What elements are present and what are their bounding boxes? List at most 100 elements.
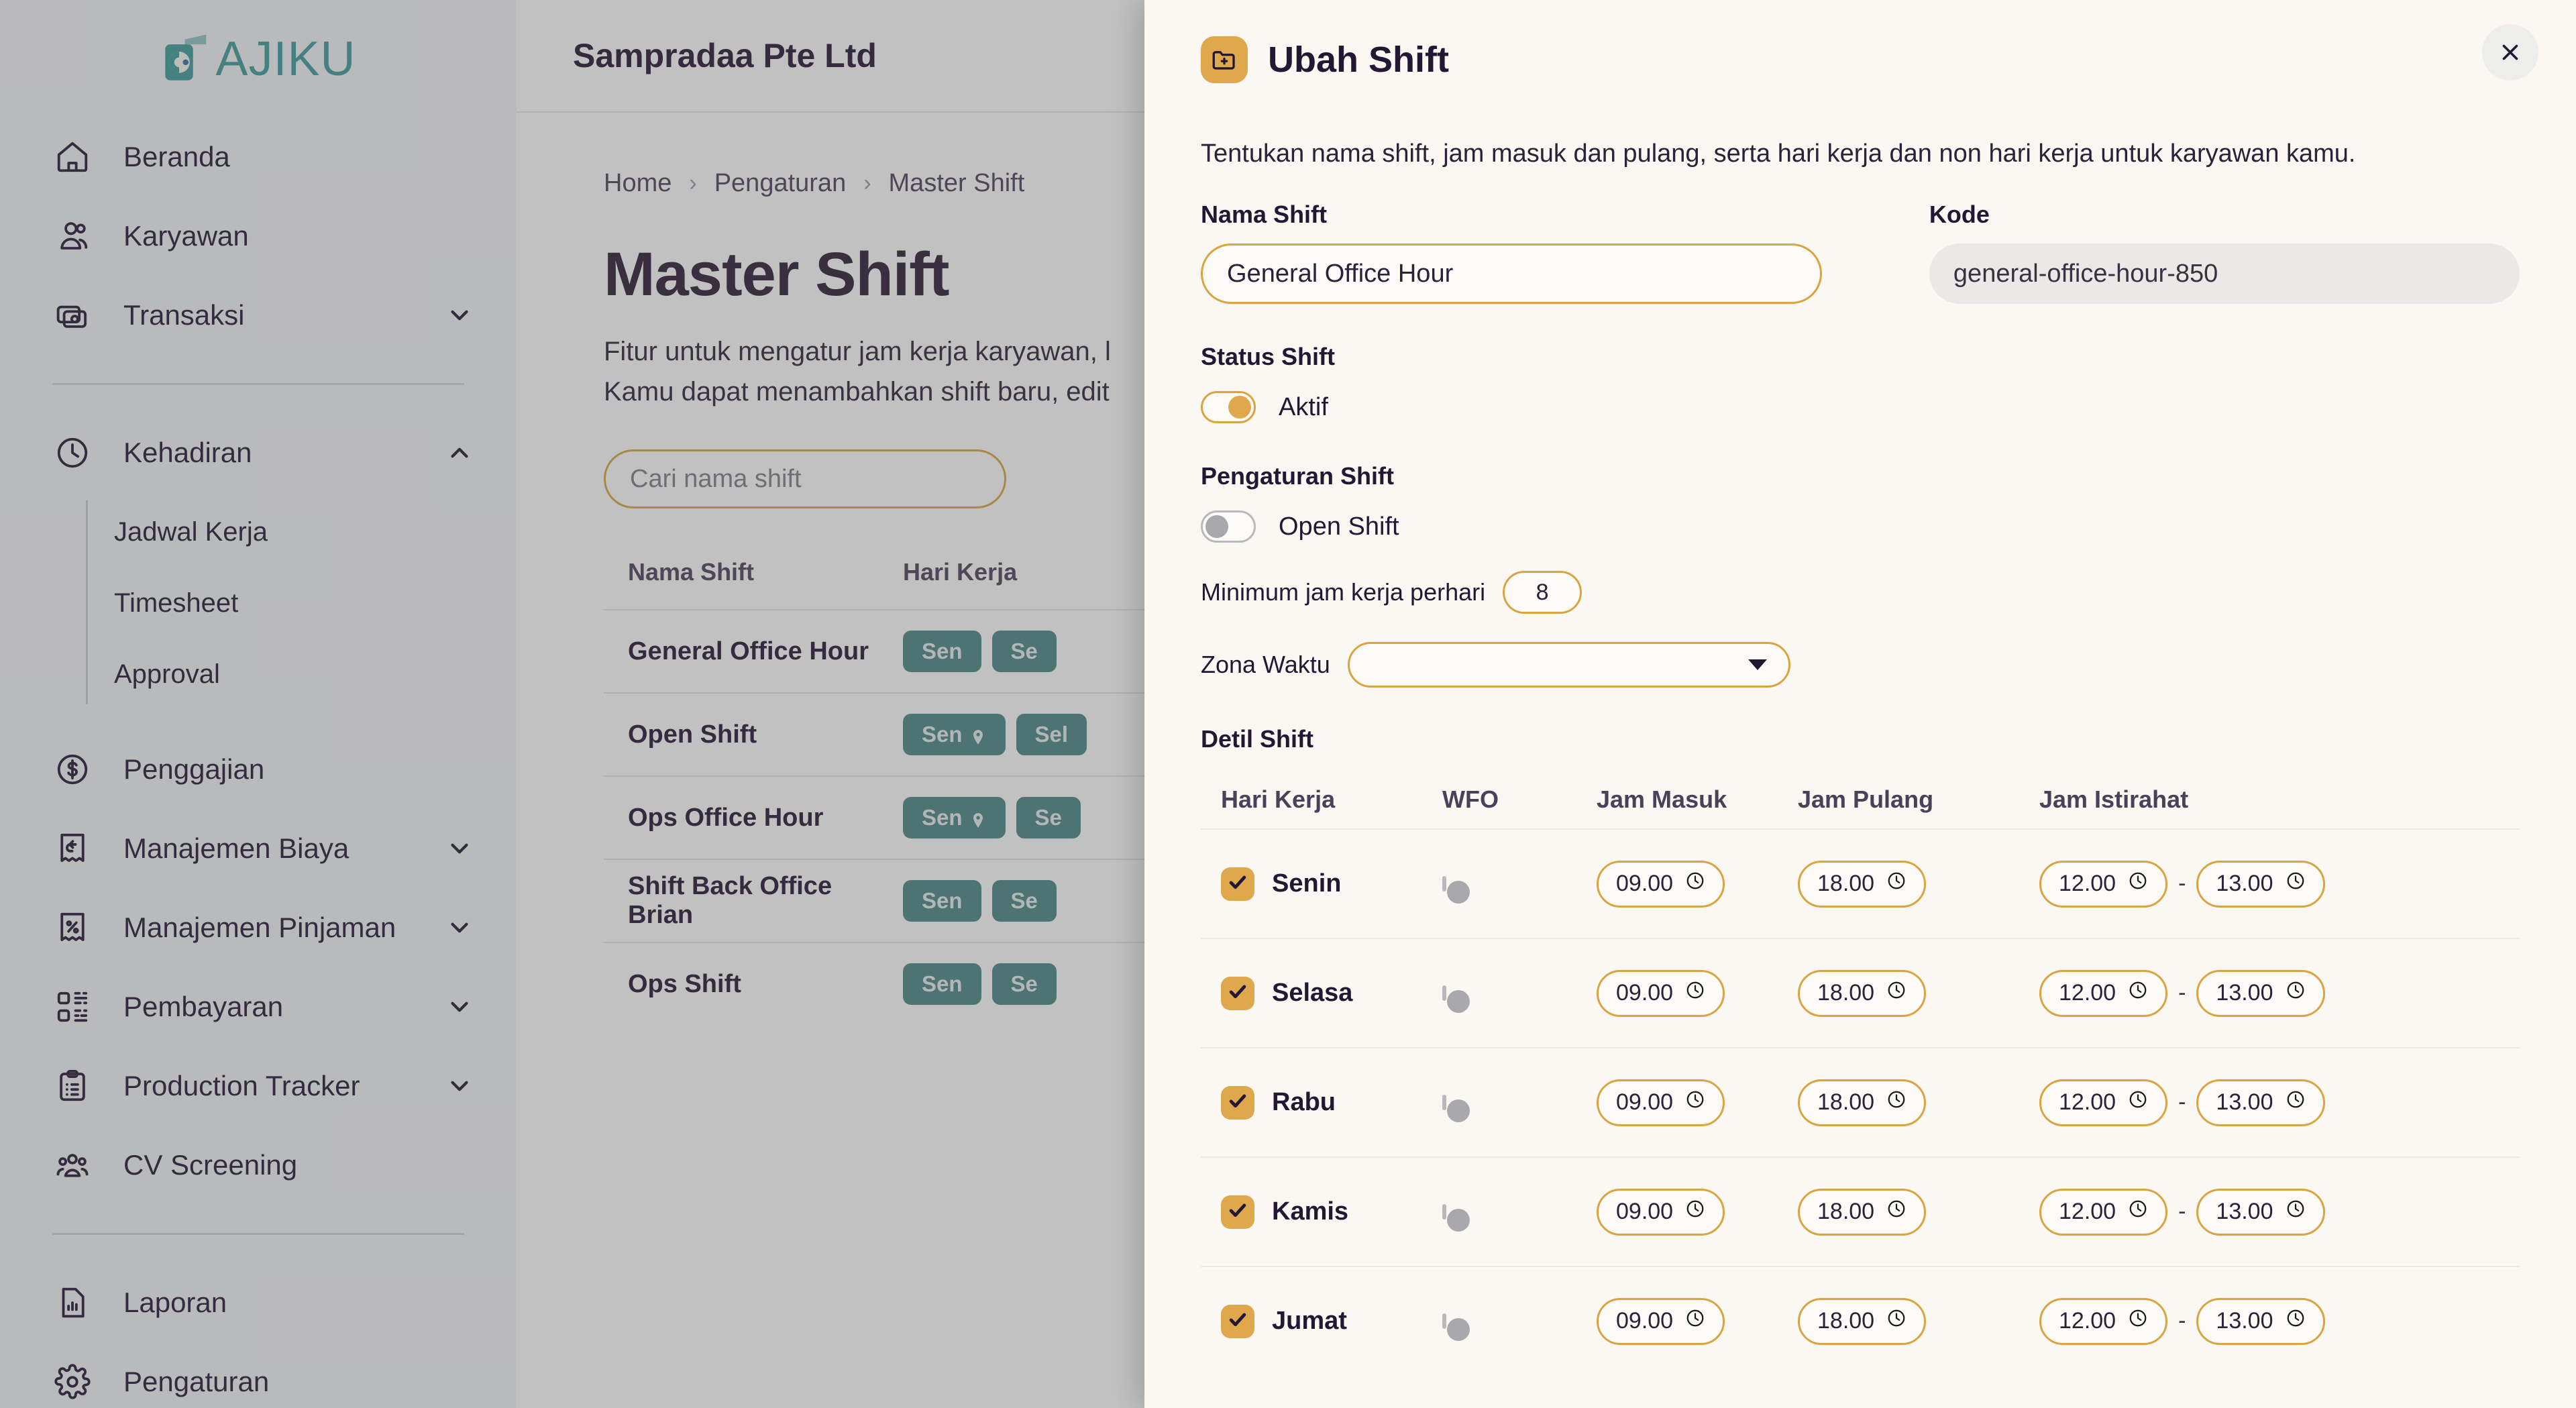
jam-istirahat-cell: 12.00 - 13.00 — [2039, 1297, 2325, 1345]
day-checkbox[interactable] — [1221, 867, 1254, 901]
sidebar-item-beranda[interactable]: Beranda — [0, 117, 517, 197]
clock-icon — [1685, 1199, 1705, 1225]
jam-pulang-input-value: 18.00 — [1817, 1308, 1875, 1334]
day-checkbox[interactable] — [1221, 976, 1254, 1010]
sidebar-item-transaksi[interactable]: Transaksi — [0, 276, 517, 355]
day-label: Senin — [1272, 869, 1342, 898]
sidebar-item-manajemen-pinjaman[interactable]: Manajemen Pinjaman — [0, 888, 517, 967]
clock-icon — [2286, 980, 2306, 1006]
pengaturan-shift-label: Pengaturan Shift — [1201, 462, 1395, 490]
app-logo-text: AJIKU — [215, 32, 356, 86]
sidebar-item-laporan[interactable]: Laporan — [0, 1263, 517, 1342]
jam-istirahat-end-input[interactable]: 13.00 — [2196, 1297, 2325, 1345]
sidebar-item-timesheet[interactable]: Timesheet — [114, 567, 517, 639]
jam-istirahat-start-input[interactable]: 12.00 — [2039, 1188, 2168, 1236]
day-checkbox[interactable] — [1221, 1195, 1254, 1229]
hari-kerja-cell: Rabu — [1221, 1085, 1442, 1120]
jam-masuk-input[interactable]: 09.00 — [1597, 860, 1725, 908]
jam-pulang-input[interactable]: 18.00 — [1798, 1297, 1927, 1345]
clock-icon — [1886, 871, 1907, 897]
check-icon — [1226, 871, 1249, 897]
jam-istirahat-start-input[interactable]: 12.00 — [2039, 860, 2168, 908]
day-chip: Sen — [903, 880, 981, 922]
breadcrumb-separator-icon: › — [863, 170, 871, 196]
wfo-toggle[interactable] — [1442, 1313, 1470, 1341]
jam-pulang-input[interactable]: 18.00 — [1798, 969, 1927, 1017]
jam-masuk-input[interactable]: 09.00 — [1597, 969, 1725, 1017]
modal-header: Ubah Shift — [1201, 0, 2520, 107]
money-icon — [52, 295, 93, 335]
istirahat-separator: - — [2178, 1089, 2186, 1115]
toggle-knob — [1447, 1099, 1470, 1122]
breadcrumb-item-master-shift[interactable]: Master Shift — [889, 169, 1025, 198]
jam-pulang-input[interactable]: 18.00 — [1798, 1188, 1927, 1236]
zona-waktu-select[interactable] — [1347, 642, 1790, 688]
sidebar-item-cv-screening[interactable]: CV Screening — [0, 1126, 517, 1205]
chevron-down-icon — [1748, 659, 1767, 670]
location-pin-icon — [969, 726, 987, 745]
wfo-toggle[interactable] — [1442, 875, 1470, 904]
sidebar-item-pembayaran[interactable]: Pembayaran — [0, 967, 517, 1046]
min-jam-kerja-input[interactable]: 8 — [1503, 571, 1582, 614]
jam-istirahat-end-input[interactable]: 13.00 — [2196, 860, 2325, 908]
sidebar-item-approval[interactable]: Approval — [114, 639, 517, 710]
chevron-down-icon[interactable] — [445, 914, 474, 942]
sidebar-item-pengaturan[interactable]: Pengaturan — [0, 1342, 517, 1408]
sidebar-item-label: Production Tracker — [123, 1070, 360, 1101]
jam-istirahat-end-input[interactable]: 13.00 — [2196, 1079, 2325, 1126]
sidebar-item-manajemen-biaya[interactable]: Manajemen Biaya — [0, 809, 517, 888]
day-checkbox[interactable] — [1221, 1085, 1254, 1120]
jam-istirahat-end-input[interactable]: 13.00 — [2196, 1188, 2325, 1236]
jam-istirahat-end-input[interactable]: 13.00 — [2196, 969, 2325, 1017]
jam-istirahat-end-input-value: 13.00 — [2216, 1308, 2273, 1334]
detil-shift-row: Jumat 09.00 18.00 12.00 - 13.00 — [1201, 1266, 2520, 1375]
chevron-down-icon[interactable] — [445, 1072, 474, 1100]
modal-title: Ubah Shift — [1268, 40, 1449, 80]
day-chip-label: Se — [1010, 971, 1038, 996]
wfo-toggle[interactable] — [1442, 985, 1470, 1013]
toggle-knob — [1228, 396, 1251, 419]
jam-pulang-input[interactable]: 18.00 — [1798, 860, 1927, 908]
detil-shift-label: Detil Shift — [1201, 725, 1313, 753]
jam-masuk-input[interactable]: 09.00 — [1597, 1188, 1725, 1236]
sidebar-nav-primary: Beranda Karyawan Transaksi Kehadiran Jad… — [0, 117, 517, 1408]
sidebar-item-jadwal-kerja[interactable]: Jadwal Kerja — [114, 496, 517, 567]
wfo-toggle[interactable] — [1442, 1203, 1470, 1232]
nama-shift-input[interactable]: General Office Hour — [1201, 243, 1822, 304]
sidebar-item-karyawan[interactable]: Karyawan — [0, 197, 517, 276]
chevron-up-icon[interactable] — [445, 439, 474, 467]
app-logo[interactable]: AJIKU — [0, 0, 517, 117]
day-chip-label: Sen — [922, 805, 963, 830]
jam-istirahat-start-input[interactable]: 12.00 — [2039, 1297, 2168, 1345]
search-shift-input[interactable]: Cari nama shift — [604, 449, 1006, 508]
column-header-jam-masuk: Jam Masuk — [1597, 786, 1727, 813]
jam-pulang-input[interactable]: 18.00 — [1798, 1079, 1927, 1126]
jam-istirahat-start-input[interactable]: 12.00 — [2039, 1079, 2168, 1126]
nama-shift-value: General Office Hour — [1227, 259, 1454, 288]
sidebar-item-penggajian[interactable]: Penggajian — [0, 730, 517, 809]
close-icon[interactable] — [2482, 24, 2538, 80]
check-icon — [1226, 980, 1249, 1006]
day-label: Kamis — [1272, 1197, 1349, 1226]
sidebar-item-kehadiran[interactable]: Kehadiran — [0, 413, 517, 492]
clock-icon — [1886, 1308, 1907, 1334]
gear-icon — [52, 1362, 93, 1402]
jam-masuk-input[interactable]: 09.00 — [1597, 1297, 1725, 1345]
sidebar-item-label: CV Screening — [123, 1149, 298, 1181]
jam-masuk-cell: 09.00 — [1597, 1188, 1798, 1236]
open-shift-toggle[interactable] — [1201, 510, 1256, 543]
chevron-down-icon[interactable] — [445, 301, 474, 329]
chevron-down-icon[interactable] — [445, 834, 474, 863]
ubah-shift-modal: Ubah Shift Tentukan nama shift, jam masu… — [1144, 0, 2576, 1408]
breadcrumb-item-home[interactable]: Home — [604, 169, 672, 198]
day-checkbox[interactable] — [1221, 1304, 1254, 1338]
clock-icon — [2286, 1089, 2306, 1116]
chevron-down-icon[interactable] — [445, 993, 474, 1021]
aktif-toggle[interactable] — [1201, 391, 1256, 423]
jam-masuk-input[interactable]: 09.00 — [1597, 1079, 1725, 1126]
sidebar-item-label: Manajemen Biaya — [123, 832, 350, 864]
sidebar-item-production-tracker[interactable]: Production Tracker — [0, 1046, 517, 1126]
breadcrumb-item-pengaturan[interactable]: Pengaturan — [714, 169, 847, 198]
wfo-toggle[interactable] — [1442, 1094, 1470, 1122]
jam-istirahat-start-input[interactable]: 12.00 — [2039, 969, 2168, 1017]
